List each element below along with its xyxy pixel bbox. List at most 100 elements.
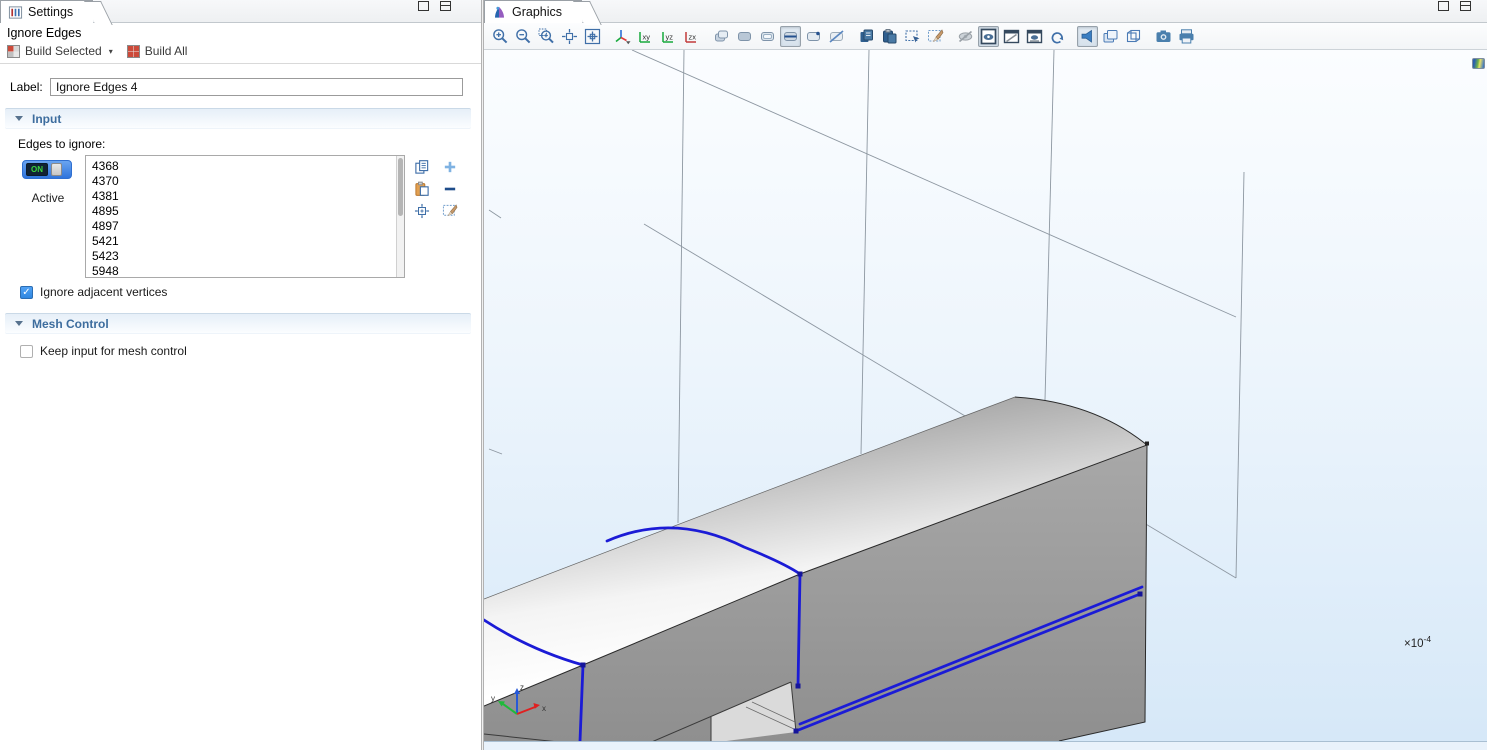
toolbar-group [1153,26,1197,47]
keep-input-mesh-control-checkbox[interactable] [20,345,33,358]
toolbar-group [711,26,847,47]
ignore-adjacent-vertices-label: Ignore adjacent vertices [40,285,167,299]
edge-number-item[interactable]: 5423 [92,249,396,264]
zoom-to-selection-button[interactable] [412,201,432,221]
select-point-icon[interactable] [803,26,824,47]
scene-light-icon[interactable] [1100,26,1121,47]
copy-list-button[interactable] [412,157,432,177]
collapse-triangle-icon[interactable] [15,321,23,326]
mesh-control-section-title: Mesh Control [32,317,109,331]
graphics-viewport[interactable]: z y x ×10-4 [484,50,1487,741]
3d-scene[interactable]: z y x [484,50,1487,741]
go-to-default-view-icon[interactable] [1077,26,1098,47]
build-selected-label: Build Selected [25,44,102,58]
node-title: Ignore Edges [7,26,81,40]
section-header-mesh-control[interactable]: Mesh Control [5,313,471,333]
edge-number-item[interactable]: 4895 [92,204,396,219]
toolbar-group [490,26,603,47]
axis-label-x: x [542,704,546,713]
settings-icon [8,5,23,20]
select-object-icon[interactable] [711,26,732,47]
section-header-input[interactable]: Input [5,108,471,128]
show-objects-icon[interactable] [1024,26,1045,47]
paste-selection-icon[interactable] [879,26,900,47]
viewport-bottom-strip [484,741,1487,750]
edge-number-item[interactable]: 4370 [92,174,396,189]
edges-list-scrollbar-thumb[interactable] [398,158,403,216]
paste-list-button[interactable] [412,179,432,199]
active-toggle-label: Active [22,191,74,205]
graphics-panel: Graphics xyyzzx [484,0,1487,750]
view-zx-plane-icon[interactable]: zx [681,26,702,47]
build-all-button[interactable]: Build All [127,44,188,58]
view-xy-plane-icon[interactable]: xy [635,26,656,47]
select-box-icon[interactable] [902,26,923,47]
float-window-button[interactable] [418,1,429,11]
select-boundary-icon[interactable] [757,26,778,47]
toolbar-group [955,26,1068,47]
build-all-label: Build All [145,44,188,58]
default-3d-view-icon[interactable] [612,26,633,47]
settings-tab-label: Settings [28,5,73,19]
clear-selection-icon[interactable] [925,26,946,47]
zoom-box-icon[interactable] [536,26,557,47]
build-all-icon [127,45,140,58]
select-domain-icon[interactable] [734,26,755,47]
ignore-adjacent-vertices-checkbox[interactable]: ✓ [20,286,33,299]
toolbar-group [856,26,946,47]
transparency-icon[interactable] [1123,26,1144,47]
toggle-knob[interactable] [51,163,62,176]
zoom-to-fit-icon[interactable] [582,26,603,47]
maximize-window-button[interactable] [440,1,451,11]
clear-selection-button[interactable] [440,201,460,221]
edge-number-item[interactable]: 4381 [92,189,396,204]
print-icon[interactable] [1176,26,1197,47]
build-selected-button[interactable]: Build Selected ▾ [7,44,113,58]
edge-number-item[interactable]: 4897 [92,219,396,234]
toggle-on-indicator: ON [26,163,48,176]
axis-label-z: z [520,683,524,692]
settings-tabstrip: Settings [0,0,481,23]
graphics-toolbar: xy yzzx [484,23,1487,50]
edge-number-item[interactable]: 5948 [92,264,396,277]
edges-list-scrollbar[interactable] [396,156,404,277]
plot-context-icon[interactable] [1472,58,1485,69]
active-toggle[interactable]: ON [22,160,72,179]
tab-graphics[interactable]: Graphics [484,0,582,23]
svg-text:yz: yz [666,32,674,41]
zoom-in-icon[interactable] [490,26,511,47]
zoom-out-icon[interactable] [513,26,534,47]
divider-line [0,63,481,64]
tab-settings[interactable]: Settings [0,0,93,23]
toolbar-group [1077,26,1144,47]
toolbar-group: xy yzzx [612,26,702,47]
svg-text:xy: xy [643,32,651,41]
reset-hiding-icon[interactable] [1047,26,1068,47]
selection-list-buttons [412,157,464,223]
settings-panel: Settings Ignore Edges Build Selected ▾ B… [0,0,481,750]
snapshot-icon[interactable] [1153,26,1174,47]
view-yz-plane-icon[interactable]: yz [658,26,679,47]
maximize-window-button[interactable] [1460,1,1471,11]
keep-input-mesh-control-label: Keep input for mesh control [40,344,187,358]
deselect-icon[interactable] [826,26,847,47]
edges-list[interactable]: 43684370438148954897542154235948 [85,155,405,278]
remove-from-selection-button[interactable] [440,179,460,199]
zoom-extents-icon[interactable] [559,26,580,47]
view-hidden-icon[interactable] [978,26,999,47]
collapse-triangle-icon[interactable] [15,116,23,121]
hide-entities-icon[interactable] [955,26,976,47]
edge-number-item[interactable]: 4368 [92,159,396,174]
input-section-title: Input [32,112,61,126]
copy-selection-icon[interactable] [856,26,877,47]
edges-items: 43684370438148954897542154235948 [86,156,396,277]
add-to-selection-button[interactable] [440,157,460,177]
label-input[interactable] [50,78,463,96]
edges-to-ignore-label: Edges to ignore: [18,137,105,151]
build-selected-caret-icon[interactable]: ▾ [109,47,113,56]
float-window-button[interactable] [1438,1,1449,11]
hide-objects-icon[interactable] [1001,26,1022,47]
edge-number-item[interactable]: 5421 [92,234,396,249]
select-edge-icon[interactable] [780,26,801,47]
label-field-caption: Label: [10,80,50,94]
